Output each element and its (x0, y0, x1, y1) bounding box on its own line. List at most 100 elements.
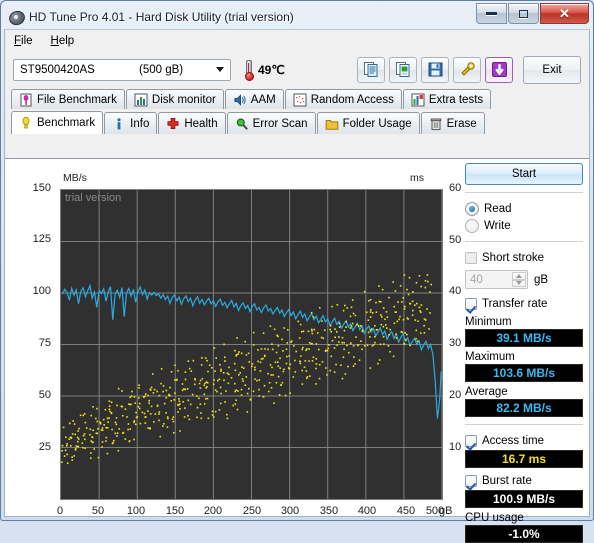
y2-axis-label: ms (410, 172, 424, 184)
access-time-value-box: 16.7 ms (465, 450, 583, 468)
tab-benchmark[interactable]: Benchmark (11, 111, 104, 134)
tab-health[interactable]: Health (158, 112, 226, 134)
access-time-label: Access time (482, 434, 544, 447)
health-cross-icon (167, 117, 179, 129)
start-button[interactable]: Start (465, 163, 583, 185)
window-controls: ✕ (475, 3, 589, 24)
access-time-checkbox-icon (465, 434, 477, 447)
tab-erase[interactable]: Erase (420, 112, 485, 134)
settings-button[interactable] (453, 56, 481, 83)
checkbox-access-time[interactable]: Access time (465, 432, 583, 449)
copy-text-icon (363, 62, 377, 77)
client-area: File Help ST9500420AS (500 gB) 49℃ Exit … (4, 29, 590, 543)
close-icon: ✕ (559, 6, 570, 21)
tab-error-scan-label: Error Scan (252, 117, 308, 130)
random-access-icon (293, 93, 307, 106)
results-panel: Start Read Write Short stroke 40 gB Tran… (465, 163, 583, 543)
download-button[interactable] (485, 56, 513, 83)
tab-bar: File Benchmark Disk monitor AAM Random A… (5, 88, 589, 136)
average-value: 82.2 MB/s (496, 401, 552, 415)
radio-write-icon (465, 218, 479, 233)
drive-select[interactable]: ST9500420AS (500 gB) (13, 58, 231, 81)
burst-rate-label: Burst rate (482, 474, 532, 487)
aam-speaker-icon (234, 93, 246, 106)
cpu-usage-value: -1.0% (508, 527, 540, 541)
short-stroke-unit: gB (534, 273, 549, 286)
drive-name: ST9500420AS (20, 63, 95, 76)
checkbox-short-stroke[interactable]: Short stroke (465, 249, 583, 266)
short-stroke-checkbox-icon (465, 251, 477, 264)
y-tick-150: 150 (32, 182, 51, 194)
drive-capacity: (500 gB) (139, 63, 184, 76)
temperature-value: 49℃ (258, 62, 285, 77)
minimize-icon (486, 12, 497, 15)
checkbox-burst-rate[interactable]: Burst rate (465, 472, 583, 489)
copy-image-button[interactable] (389, 56, 417, 83)
short-stroke-stepper[interactable]: 40 (465, 270, 528, 289)
tab-info[interactable]: Info (104, 112, 158, 134)
error-scan-magnifier-icon (236, 117, 248, 130)
save-button[interactable] (421, 56, 449, 83)
menu-help[interactable]: Help (51, 35, 75, 47)
x-tick-400: 400 (357, 505, 377, 517)
tab-health-label: Health (184, 117, 218, 130)
y-axis-label: MB/s (63, 172, 87, 184)
radio-write-label: Write (484, 219, 511, 232)
save-icon (428, 62, 442, 77)
x-tick-100: 100 (126, 505, 146, 517)
thermometer-icon (241, 58, 255, 82)
y-tick-50: 50 (38, 389, 51, 401)
tab-random-access[interactable]: Random Access (284, 89, 402, 109)
benchmark-chart: MB/s ms 150 125 100 75 50 25 60 50 40 30… (11, 165, 463, 535)
tab-file-benchmark[interactable]: File Benchmark (11, 89, 125, 109)
info-icon (117, 117, 121, 129)
tab-folder-usage[interactable]: Folder Usage (316, 112, 420, 134)
tab-benchmark-label: Benchmark (37, 117, 96, 129)
stepper-up-button[interactable] (512, 272, 526, 280)
tab-extra-tests[interactable]: Extra tests (402, 89, 492, 109)
y-tick-125: 125 (32, 233, 51, 245)
maximize-button[interactable] (508, 3, 539, 24)
window-title: HD Tune Pro 4.01 - Hard Disk Utility (tr… (29, 9, 294, 24)
chevron-down-icon (516, 281, 522, 286)
radio-read[interactable]: Read (465, 200, 583, 217)
tab-error-scan[interactable]: Error Scan (226, 112, 316, 134)
radio-read-label: Read (484, 202, 512, 215)
disk-monitor-icon (134, 93, 148, 106)
cpu-usage-value-box: -1.0% (465, 525, 583, 543)
radio-write[interactable]: Write (465, 217, 583, 234)
stepper-down-button[interactable] (512, 279, 526, 287)
radio-read-icon (465, 201, 479, 216)
access-time-value: 16.7 ms (501, 452, 547, 466)
divider (465, 241, 583, 242)
burst-rate-value: 100.9 MB/s (492, 492, 556, 506)
transfer-rate-label: Transfer rate (482, 297, 548, 310)
minimize-button[interactable] (476, 3, 507, 24)
copy-text-button[interactable] (357, 56, 385, 83)
exit-button[interactable]: Exit (523, 55, 581, 84)
checkbox-transfer-rate[interactable]: Transfer rate (465, 295, 583, 312)
x-tick-200: 200 (203, 505, 223, 517)
tab-extra-tests-label: Extra tests (428, 93, 484, 106)
toolbar-buttons (357, 56, 513, 83)
x-axis-unit: gB (439, 505, 453, 517)
short-stroke-row: 40 gB (465, 270, 583, 289)
tab-row-top: File Benchmark Disk monitor AAM Random A… (11, 88, 583, 109)
tab-disk-monitor[interactable]: Disk monitor (125, 89, 224, 109)
extra-tests-icon (411, 93, 425, 106)
close-button[interactable]: ✕ (540, 3, 589, 24)
x-tick-0: 0 (56, 505, 64, 517)
plot-area: trial version (60, 189, 443, 500)
tab-folder-usage-label: Folder Usage (342, 117, 412, 130)
download-icon (491, 62, 507, 77)
menu-file[interactable]: File (14, 35, 33, 47)
minimum-label: Minimum (465, 316, 512, 328)
burst-rate-checkbox-icon (465, 474, 477, 487)
cpu-usage-label: CPU usage (465, 512, 524, 524)
benchmark-bulb-icon (22, 116, 30, 129)
x-tick-50: 50 (91, 505, 105, 517)
tab-disk-monitor-label: Disk monitor (151, 93, 216, 106)
maximum-label: Maximum (465, 351, 515, 363)
tab-aam[interactable]: AAM (224, 89, 284, 109)
stepper-buttons[interactable] (512, 272, 526, 287)
